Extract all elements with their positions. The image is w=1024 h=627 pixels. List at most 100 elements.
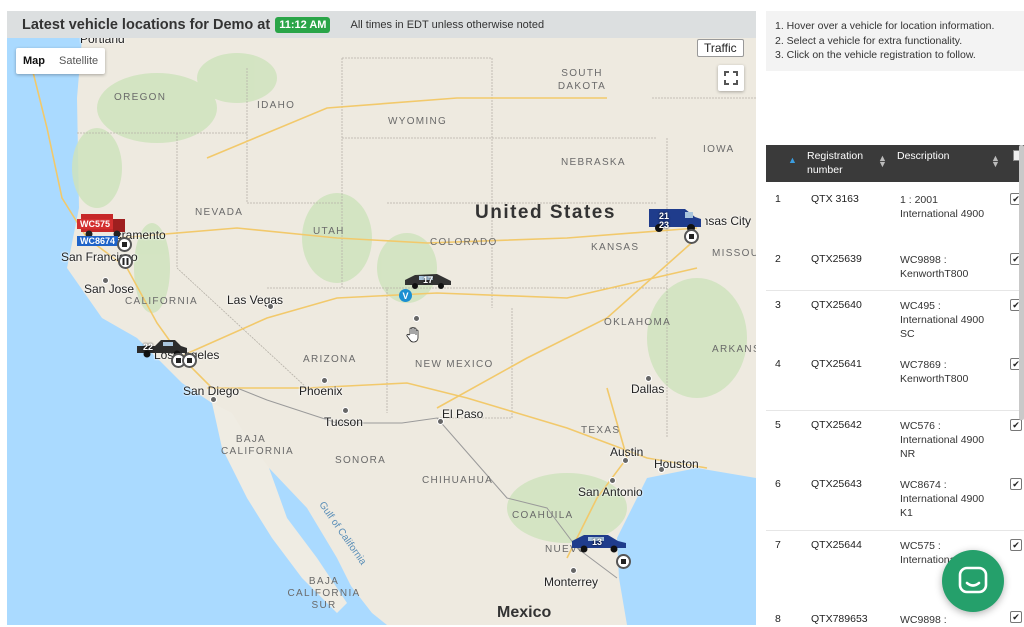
vehicle-marker[interactable]: 21 23 xyxy=(645,203,703,233)
vehicle-checkbox[interactable]: ✔ xyxy=(1010,539,1022,551)
city-dot xyxy=(437,418,444,425)
registration-link[interactable]: QTX789653 xyxy=(811,613,868,625)
row-index: 5 xyxy=(775,419,781,431)
row-index: 3 xyxy=(775,299,781,311)
vehicle-table-header: ▲ Registration number ▲ ▼ Description ▲ ▼ xyxy=(766,145,1024,182)
van-icon xyxy=(649,209,701,232)
vehicle-panel: 1. Hover over a vehicle for location inf… xyxy=(766,11,1024,626)
city-dot xyxy=(267,303,274,310)
map-header: Latest vehicle locations for Demo at 11:… xyxy=(7,11,756,38)
sort-ascending-icon: ▲ xyxy=(788,155,797,165)
vehicle-checkbox[interactable]: ✔ xyxy=(1010,478,1022,490)
fullscreen-button[interactable] xyxy=(718,65,744,91)
country-label-us: United States xyxy=(475,202,616,223)
city-label: San Jose xyxy=(84,282,135,296)
state-label: IOWA xyxy=(703,144,735,155)
state-label: MISSOURI xyxy=(712,248,756,259)
city-label: Phoenix xyxy=(299,384,343,398)
traffic-button[interactable]: Traffic xyxy=(697,39,744,57)
state-label: COAHUILA xyxy=(512,510,574,521)
fullscreen-icon xyxy=(724,71,738,85)
table-row[interactable]: 6 QTX25643 WC8674 : International 4900 K… xyxy=(766,470,1024,530)
map-type-toggle: Map Satellite xyxy=(16,48,106,74)
row-index: 7 xyxy=(775,539,781,551)
city-label: Las Vegas xyxy=(227,293,284,307)
vehicle-description: WC576 : International 4900 NR xyxy=(900,420,985,460)
chat-icon xyxy=(958,566,988,594)
city-label: Monterrey xyxy=(544,575,599,589)
stop-icon xyxy=(182,353,197,368)
vehicle-checkbox[interactable]: ✔ xyxy=(1010,419,1022,431)
vehicle-description: WC8674 : International 4900 K1 xyxy=(900,479,985,519)
city-label: Tucson xyxy=(324,415,363,429)
state-label: ARIZONA xyxy=(303,354,357,365)
column-header-registration[interactable]: Registration number xyxy=(807,149,869,177)
vehicle-label: 22 xyxy=(143,342,154,352)
map-type-map-button[interactable]: Map xyxy=(16,48,52,74)
city-dot xyxy=(622,457,629,464)
vehicle-label: 17 xyxy=(423,275,434,285)
city-label: Dallas xyxy=(631,382,665,396)
state-label: SOUTH DAKOTA xyxy=(557,68,607,92)
map-canvas[interactable]: Map Satellite Traffic OREGON IDAHO WYOMI… xyxy=(7,38,756,625)
time-badge: 11:12 AM xyxy=(275,16,331,33)
row-index: 4 xyxy=(775,358,781,370)
registration-link[interactable]: QTX25639 xyxy=(811,253,862,265)
city-dot xyxy=(342,407,349,414)
vehicle-checkbox[interactable]: ✔ xyxy=(1010,611,1022,623)
city-label: San Antonio xyxy=(578,485,643,499)
vehicle-label: WC8674 xyxy=(77,236,119,246)
state-label: SONORA xyxy=(335,455,387,466)
table-row[interactable]: 1 QTX 3163 1 : 2001 International 4900 ✔ xyxy=(766,182,1024,242)
city-dot xyxy=(609,477,616,484)
state-label: KANSAS xyxy=(591,242,640,253)
row-index: 2 xyxy=(775,253,781,265)
chat-button[interactable] xyxy=(942,550,1004,612)
vehicle-label: WC575 xyxy=(77,219,114,229)
vehicle-label: 13 xyxy=(592,537,603,547)
header-title: Latest vehicle locations for Demo at xyxy=(22,16,271,33)
registration-link[interactable]: QTX 3163 xyxy=(811,193,859,205)
stop-icon xyxy=(117,237,132,252)
map-type-satellite-button[interactable]: Satellite xyxy=(52,48,105,74)
registration-link[interactable]: QTX25644 xyxy=(811,539,862,551)
instruction-line: 3. Click on the vehicle registration to … xyxy=(775,49,976,61)
registration-link[interactable]: QTX25643 xyxy=(811,478,862,490)
location-pin-icon[interactable]: V xyxy=(399,289,412,302)
city-dot xyxy=(570,567,577,574)
state-label: BAJA CALIFORNIA xyxy=(221,434,295,457)
stop-icon xyxy=(684,229,699,244)
registration-link[interactable]: QTX25640 xyxy=(811,299,862,311)
table-row[interactable]: 3 QTX25640 WC495 : International 4900 SC… xyxy=(766,290,1024,351)
city-dot xyxy=(413,315,420,322)
row-index: 6 xyxy=(775,478,781,490)
sort-toggle-icon[interactable]: ▲ ▼ xyxy=(878,154,887,169)
state-label: COLORADO xyxy=(430,237,498,248)
vehicle-marker[interactable]: 13 xyxy=(570,532,628,554)
vehicle-description: WC9898 : KenworthT800 xyxy=(900,254,969,280)
panel-scrollbar[interactable] xyxy=(1019,145,1024,420)
table-row[interactable]: 5 QTX25642 WC576 : International 4900 NR… xyxy=(766,410,1024,471)
state-label: ARKANSAS xyxy=(712,344,756,355)
state-label: UTAH xyxy=(313,226,345,237)
vehicle-marker[interactable]: 17 xyxy=(403,271,453,289)
registration-link[interactable]: QTX25642 xyxy=(811,419,862,431)
sort-toggle-icon[interactable]: ▲ ▼ xyxy=(991,154,1000,169)
state-label: CHIHUAHUA xyxy=(422,475,494,486)
table-row[interactable]: 2 QTX25639 WC9898 : KenworthT800 ✔ xyxy=(766,242,1024,290)
city-label: El Paso xyxy=(442,407,484,421)
city-dot xyxy=(321,377,328,384)
state-label: NEW MEXICO xyxy=(415,359,494,370)
vehicle-description: WC7869 : KenworthT800 xyxy=(900,359,969,385)
hand-cursor-icon xyxy=(406,327,419,343)
city-label: Portland xyxy=(80,38,125,46)
registration-link[interactable]: QTX25641 xyxy=(811,358,862,370)
column-header-description[interactable]: Description xyxy=(897,150,950,162)
city-dot xyxy=(658,466,665,473)
instructions: 1. Hover over a vehicle for location inf… xyxy=(766,11,1024,71)
country-label-mexico: Mexico xyxy=(497,604,552,621)
city-dot xyxy=(210,396,217,403)
timezone-note: All times in EDT unless otherwise noted xyxy=(350,18,545,31)
table-row[interactable]: 4 QTX25641 WC7869 : KenworthT800 ✔ xyxy=(766,350,1024,410)
state-label: NEBRASKA xyxy=(561,157,626,168)
